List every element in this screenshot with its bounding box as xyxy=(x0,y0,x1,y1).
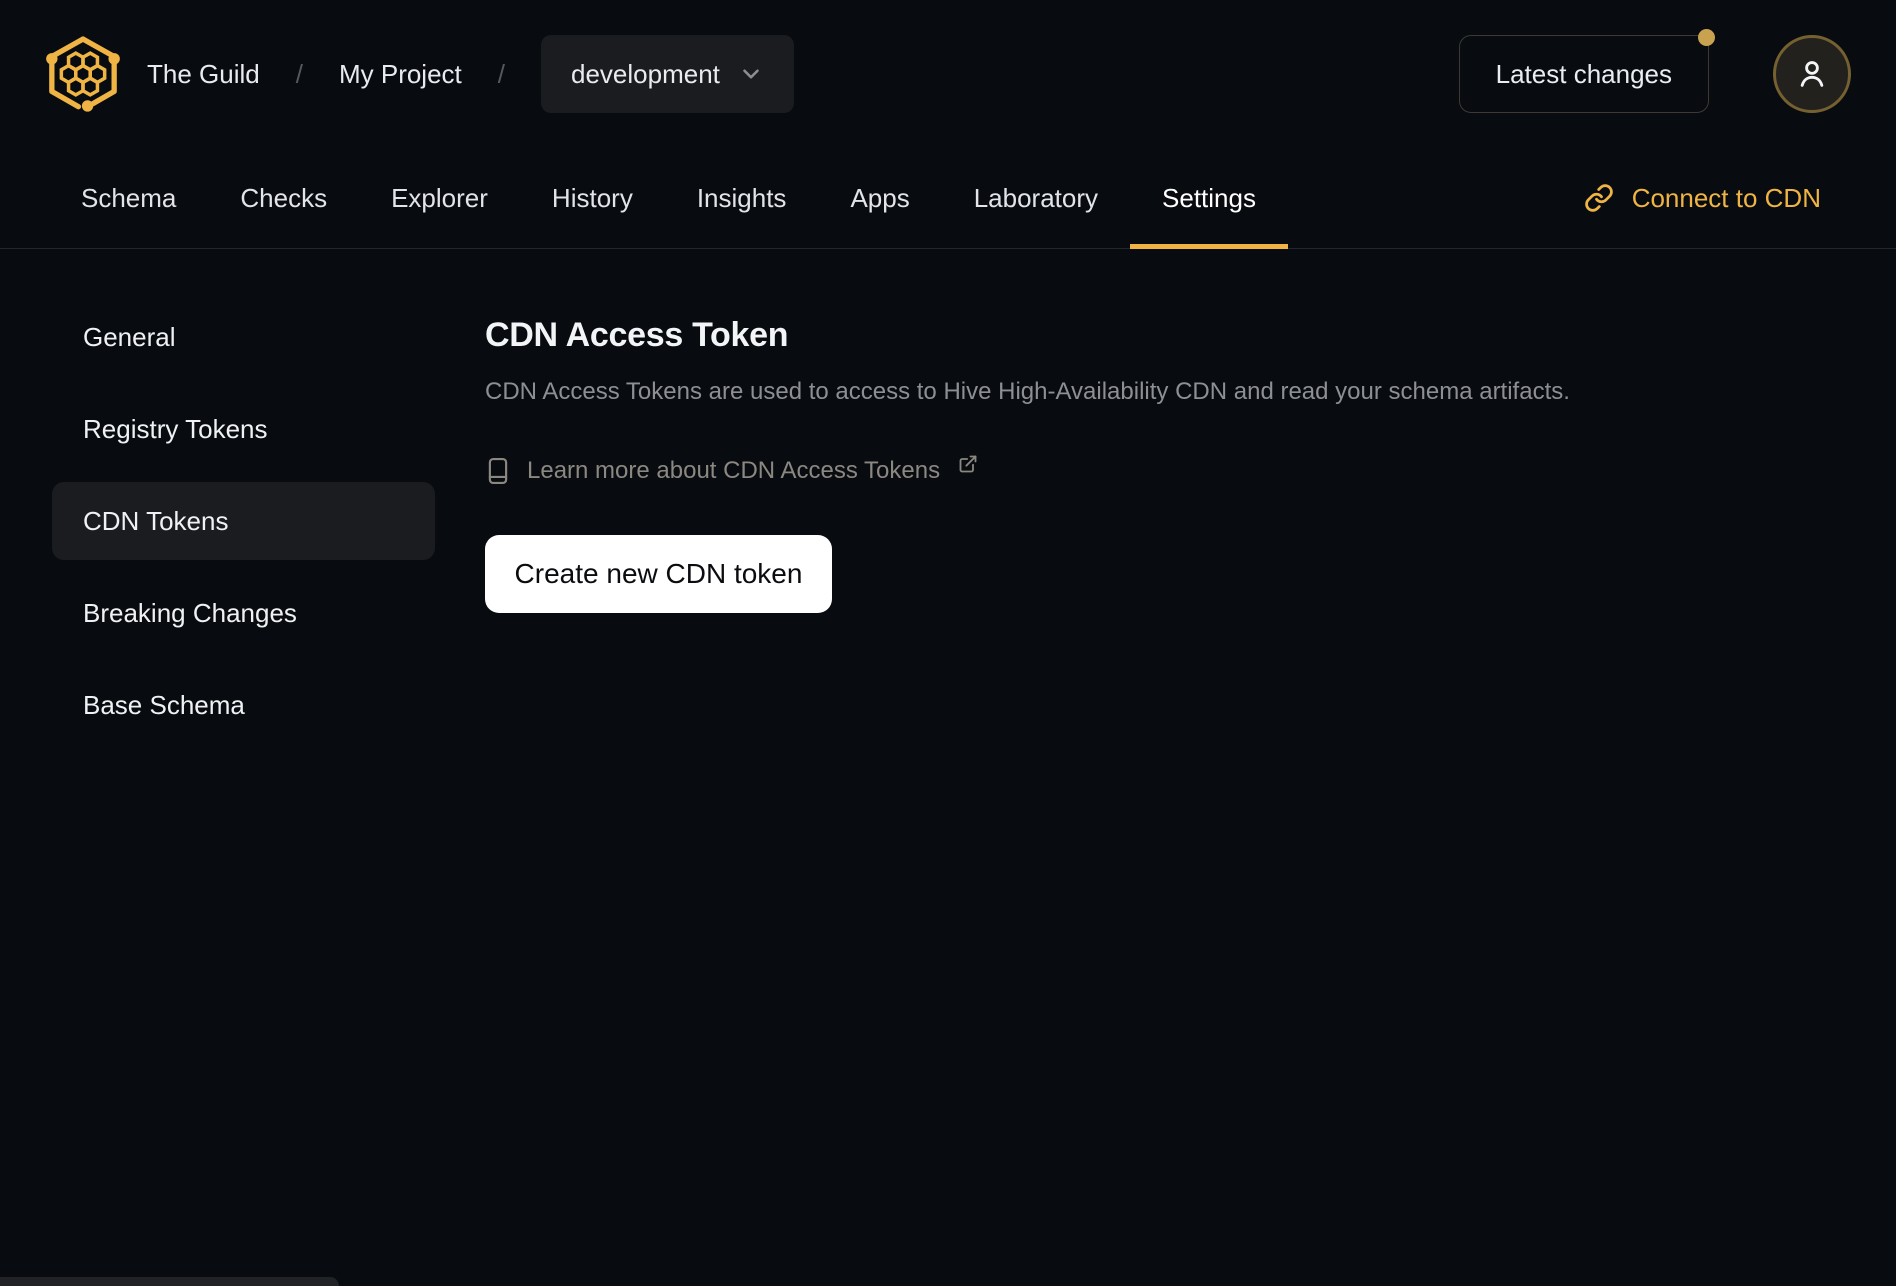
page-title: CDN Access Token xyxy=(485,316,789,354)
tab-history[interactable]: History xyxy=(520,148,665,248)
breadcrumb-project-link[interactable]: My Project xyxy=(339,59,462,90)
connect-to-cdn-link[interactable]: Connect to CDN xyxy=(1584,148,1821,248)
user-menu-button[interactable] xyxy=(1773,35,1851,113)
target-selector-dropdown[interactable]: development xyxy=(541,35,794,113)
tab-checks[interactable]: Checks xyxy=(208,148,359,248)
chevron-down-icon xyxy=(738,61,764,87)
header-right: Latest changes xyxy=(1458,29,1851,113)
target-selector-value: development xyxy=(571,58,720,89)
sidebar-item-general[interactable]: General xyxy=(52,298,435,376)
latest-changes-label: Latest changes xyxy=(1495,58,1672,89)
hive-logo-icon[interactable] xyxy=(45,35,121,113)
connect-to-cdn-label: Connect to CDN xyxy=(1631,182,1821,213)
breadcrumb: The Guild / My Project / development xyxy=(147,35,794,113)
learn-more-link[interactable]: Learn more about CDN Access Tokens xyxy=(485,454,978,486)
main-panel: CDN Access Token CDN Access Tokens are u… xyxy=(485,249,1570,613)
create-cdn-token-button[interactable]: Create new CDN token xyxy=(485,535,832,613)
settings-content: General Registry Tokens CDN Tokens Break… xyxy=(0,249,1896,1286)
link-icon xyxy=(1584,183,1614,213)
tab-settings[interactable]: Settings xyxy=(1130,148,1288,249)
breadcrumb-separator: / xyxy=(295,58,303,89)
sidebar-item-base-schema[interactable]: Base Schema xyxy=(52,666,435,744)
bottom-overlay-strip xyxy=(0,1277,339,1286)
header: The Guild / My Project / development Lat… xyxy=(0,0,1896,148)
learn-more-label: Learn more about CDN Access Tokens xyxy=(527,457,941,484)
page-description: CDN Access Tokens are used to access to … xyxy=(485,378,1570,405)
settings-sidebar: General Registry Tokens CDN Tokens Break… xyxy=(52,249,435,744)
notification-dot xyxy=(1698,29,1715,46)
breadcrumb-org-link[interactable]: The Guild xyxy=(147,59,260,90)
tab-insights[interactable]: Insights xyxy=(665,148,819,248)
app-root: The Guild / My Project / development Lat… xyxy=(0,0,1896,1286)
tab-schema[interactable]: Schema xyxy=(49,148,208,248)
book-icon xyxy=(485,456,511,486)
sidebar-item-breaking-changes[interactable]: Breaking Changes xyxy=(52,574,435,652)
tab-laboratory[interactable]: Laboratory xyxy=(942,148,1130,248)
tab-explorer[interactable]: Explorer xyxy=(359,148,520,248)
breadcrumb-separator: / xyxy=(497,58,506,89)
tab-bar: Schema Checks Explorer History Insights … xyxy=(0,148,1896,249)
sidebar-item-registry-tokens[interactable]: Registry Tokens xyxy=(52,390,435,468)
tab-apps[interactable]: Apps xyxy=(818,148,941,248)
user-icon xyxy=(1793,55,1831,93)
external-link-icon xyxy=(958,454,978,474)
sidebar-item-cdn-tokens[interactable]: CDN Tokens xyxy=(52,482,435,560)
latest-changes-button[interactable]: Latest changes xyxy=(1458,29,1715,113)
